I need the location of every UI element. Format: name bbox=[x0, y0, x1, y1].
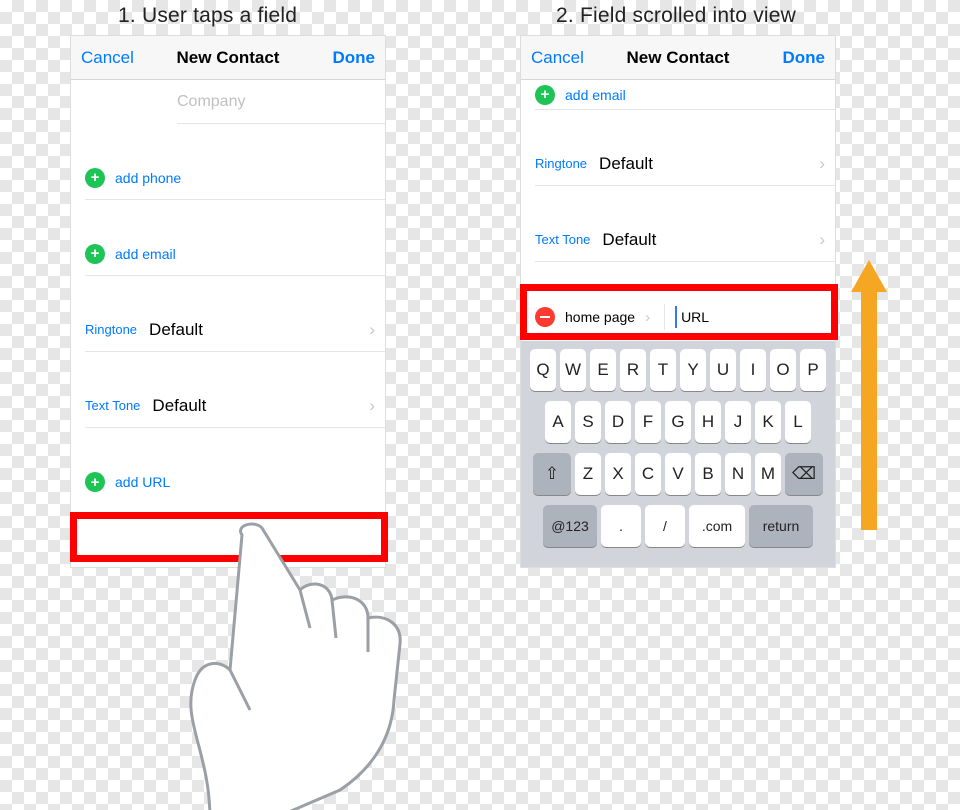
add-email-label: add email bbox=[115, 246, 176, 262]
key-k[interactable]: K bbox=[755, 401, 781, 443]
key-v[interactable]: V bbox=[665, 453, 691, 495]
key-q[interactable]: Q bbox=[530, 349, 556, 391]
key-y[interactable]: Y bbox=[680, 349, 706, 391]
key-h[interactable]: H bbox=[695, 401, 721, 443]
add-phone-row[interactable]: + add phone bbox=[85, 156, 385, 200]
texttone-value: Default bbox=[152, 396, 206, 416]
keyboard-row-1: Q W E R T Y U I O P bbox=[525, 349, 831, 391]
key-z[interactable]: Z bbox=[575, 453, 601, 495]
key-d[interactable]: D bbox=[605, 401, 631, 443]
url-placeholder: URL bbox=[681, 309, 709, 325]
minus-icon[interactable] bbox=[535, 307, 555, 327]
ringtone-label: Ringtone bbox=[85, 322, 137, 337]
keyboard-row-2: A S D F G H J K L bbox=[525, 401, 831, 443]
key-r[interactable]: R bbox=[620, 349, 646, 391]
navbar: Cancel New Contact Done bbox=[521, 36, 835, 80]
url-type-label[interactable]: home page bbox=[565, 309, 635, 325]
key-p[interactable]: P bbox=[800, 349, 826, 391]
caption-step-2: 2. Field scrolled into view bbox=[556, 4, 796, 28]
key-i[interactable]: I bbox=[740, 349, 766, 391]
caption-step-1: 1. User taps a field bbox=[118, 4, 297, 28]
ringtone-value: Default bbox=[149, 320, 203, 340]
chevron-right-icon: › bbox=[369, 396, 375, 416]
company-placeholder: Company bbox=[177, 93, 245, 111]
keyboard: Q W E R T Y U I O P A S D F G H J K L ⇧ … bbox=[521, 341, 835, 567]
key-at123[interactable]: @123 bbox=[543, 505, 597, 547]
add-email-label: add email bbox=[565, 87, 626, 103]
key-b[interactable]: B bbox=[695, 453, 721, 495]
key-l[interactable]: L bbox=[785, 401, 811, 443]
text-cursor bbox=[675, 306, 677, 328]
done-button[interactable]: Done bbox=[333, 48, 376, 68]
phone-screen-1: Cancel New Contact Done Company + add ph… bbox=[70, 35, 386, 568]
texttone-label: Text Tone bbox=[535, 232, 590, 247]
add-email-row[interactable]: + add email bbox=[85, 232, 385, 276]
key-f[interactable]: F bbox=[635, 401, 661, 443]
texttone-value: Default bbox=[602, 230, 656, 250]
add-email-row[interactable]: + add email bbox=[535, 80, 835, 110]
key-shift[interactable]: ⇧ bbox=[533, 453, 571, 495]
key-dotcom[interactable]: .com bbox=[689, 505, 745, 547]
navbar: Cancel New Contact Done bbox=[71, 36, 385, 80]
chevron-right-icon: › bbox=[645, 309, 650, 326]
key-u[interactable]: U bbox=[710, 349, 736, 391]
add-url-row[interactable]: + add URL bbox=[85, 460, 385, 504]
plus-icon: + bbox=[85, 472, 105, 492]
chevron-right-icon: › bbox=[819, 154, 825, 174]
company-field[interactable]: Company bbox=[177, 80, 385, 124]
key-j[interactable]: J bbox=[725, 401, 751, 443]
keyboard-row-3: ⇧ Z X C V B N M ⌫ bbox=[525, 453, 831, 495]
ringtone-value: Default bbox=[599, 154, 653, 174]
key-dot[interactable]: . bbox=[601, 505, 641, 547]
key-return[interactable]: return bbox=[749, 505, 813, 547]
cancel-button[interactable]: Cancel bbox=[81, 48, 134, 68]
ringtone-row[interactable]: Ringtone Default › bbox=[535, 142, 835, 186]
texttone-row[interactable]: Text Tone Default › bbox=[85, 384, 385, 428]
texttone-label: Text Tone bbox=[85, 398, 140, 413]
key-n[interactable]: N bbox=[725, 453, 751, 495]
key-t[interactable]: T bbox=[650, 349, 676, 391]
key-s[interactable]: S bbox=[575, 401, 601, 443]
key-x[interactable]: X bbox=[605, 453, 631, 495]
scroll-arrow-icon bbox=[854, 260, 884, 530]
add-url-label: add URL bbox=[115, 474, 170, 490]
add-phone-label: add phone bbox=[115, 170, 181, 186]
plus-icon: + bbox=[535, 85, 555, 105]
plus-icon: + bbox=[85, 168, 105, 188]
cancel-button[interactable]: Cancel bbox=[531, 48, 584, 68]
key-g[interactable]: G bbox=[665, 401, 691, 443]
done-button[interactable]: Done bbox=[783, 48, 826, 68]
key-o[interactable]: O bbox=[770, 349, 796, 391]
key-w[interactable]: W bbox=[560, 349, 586, 391]
field-divider bbox=[664, 304, 665, 330]
key-backspace[interactable]: ⌫ bbox=[785, 453, 823, 495]
texttone-row[interactable]: Text Tone Default › bbox=[535, 218, 835, 262]
ringtone-row[interactable]: Ringtone Default › bbox=[85, 308, 385, 352]
url-input-row[interactable]: home page › URL bbox=[521, 295, 835, 339]
phone-screen-2: Cancel New Contact Done + add email Ring… bbox=[520, 35, 836, 568]
keyboard-row-4: @123 . / .com return bbox=[525, 505, 831, 547]
key-slash[interactable]: / bbox=[645, 505, 685, 547]
key-a[interactable]: A bbox=[545, 401, 571, 443]
key-e[interactable]: E bbox=[590, 349, 616, 391]
ringtone-label: Ringtone bbox=[535, 156, 587, 171]
chevron-right-icon: › bbox=[819, 230, 825, 250]
plus-icon: + bbox=[85, 244, 105, 264]
chevron-right-icon: › bbox=[369, 320, 375, 340]
key-m[interactable]: M bbox=[755, 453, 781, 495]
key-c[interactable]: C bbox=[635, 453, 661, 495]
